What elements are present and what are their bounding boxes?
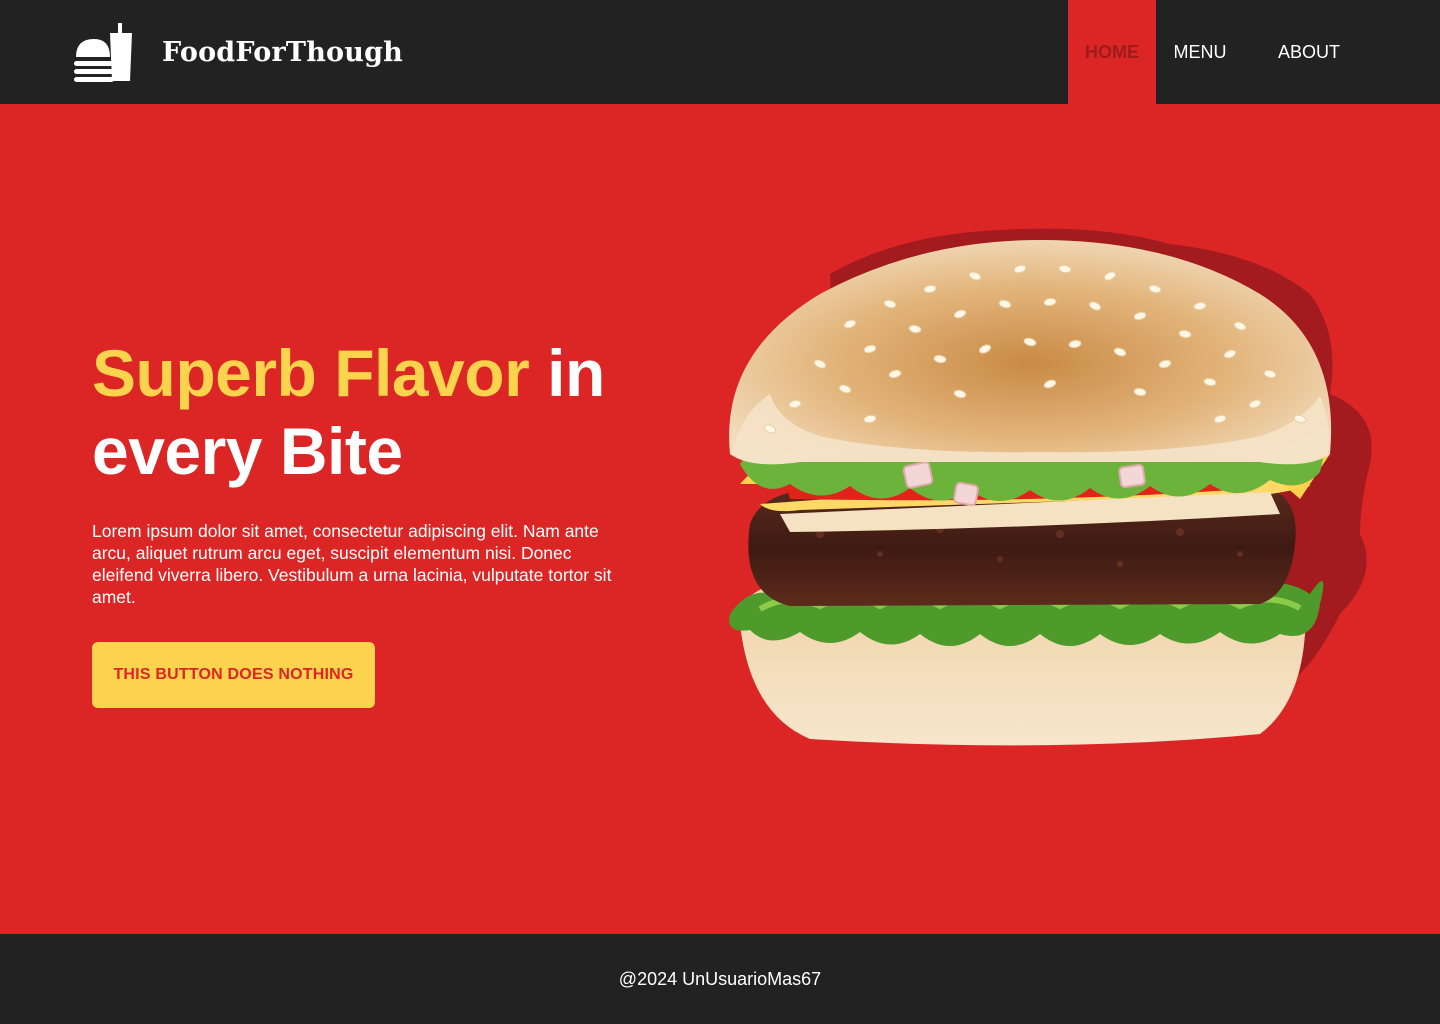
navbar: FoodForThough HOME MENU ABOUT [0, 0, 1440, 104]
footer: @2024 UnUsuarioMas67 [0, 934, 1440, 1024]
nav-menu[interactable]: MENU [1156, 0, 1244, 104]
burger-image [700, 214, 1390, 774]
cta-button[interactable]: THIS BUTTON DOES NOTHING [92, 642, 375, 708]
hero-title: Superb Flavor in every Bite [92, 334, 652, 490]
burger-drink-icon [74, 23, 132, 82]
hero-description: Lorem ipsum dolor sit amet, consectetur … [92, 521, 612, 607]
hero-section: Superb Flavor in every Bite Lorem ipsum … [0, 104, 1440, 934]
brand-name: FoodForThough [162, 36, 403, 68]
main-nav: HOME MENU ABOUT [1068, 0, 1360, 104]
nav-home[interactable]: HOME [1068, 0, 1156, 104]
burger-illustration [729, 228, 1372, 746]
nav-about[interactable]: ABOUT [1244, 0, 1360, 104]
hero-title-accent: Superb Flavor [92, 336, 530, 410]
footer-copyright: @2024 UnUsuarioMas67 [618, 968, 822, 989]
brand[interactable]: FoodForThough [74, 20, 403, 84]
